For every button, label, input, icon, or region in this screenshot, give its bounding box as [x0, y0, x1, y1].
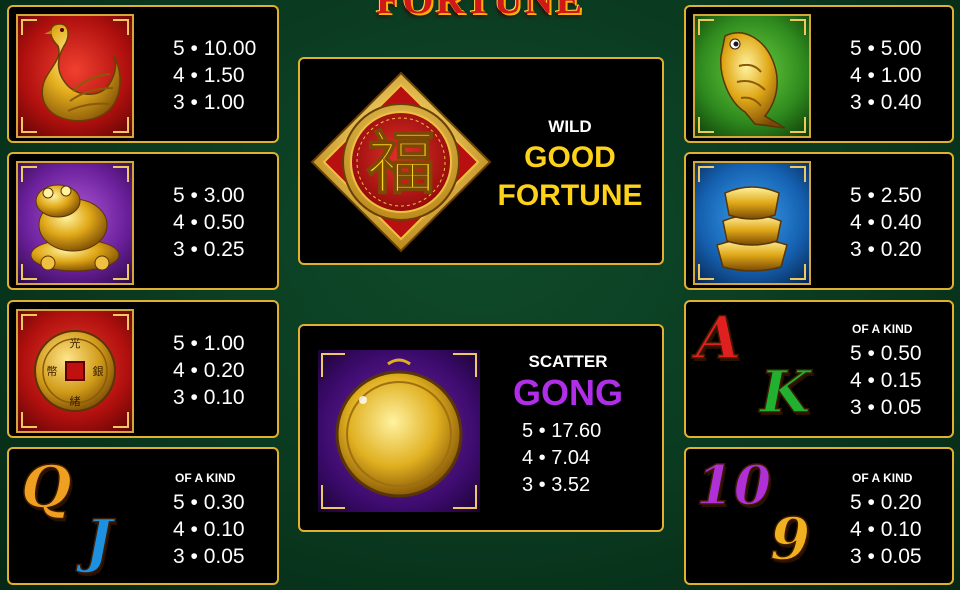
ingot-symbol	[693, 161, 811, 285]
svg-text:幣: 幣	[47, 365, 58, 378]
pay-values: 5 • 2.50 4 • 0.40 3 • 0.20	[850, 182, 922, 263]
pay-4-of-a-kind: 4 • 0.10	[850, 518, 922, 541]
paytable-card-q-j: Q J OF A KIND 5 • 0.30 4 • 0.10 3 • 0.05	[7, 447, 279, 585]
pay-5-of-a-kind: 5 • 0.50	[850, 342, 922, 365]
pay-3-of-a-kind: 3 • 0.05	[173, 545, 245, 568]
pay-3-of-a-kind: 3 • 1.00	[173, 91, 245, 114]
letter-j-icon: J	[84, 506, 113, 576]
paytable-card-ingot: 5 • 2.50 4 • 0.40 3 • 0.20	[684, 152, 954, 290]
svg-text:光: 光	[70, 336, 81, 350]
pay-4-of-a-kind: 4 • 0.15	[850, 369, 922, 392]
pay-5-of-a-kind: 5 • 0.20	[850, 491, 922, 514]
pay-values: 5 • 1.00 4 • 0.20 3 • 0.10	[173, 330, 245, 411]
phoenix-symbol	[16, 14, 134, 138]
of-a-kind-label: OF A KIND	[852, 322, 913, 336]
pay-3-of-a-kind: 3 • 0.40	[850, 91, 922, 114]
of-a-kind-label: OF A KIND	[175, 471, 236, 485]
scatter-label: SCATTER	[528, 352, 608, 371]
paytable-card-phoenix: 5 • 10.00 4 • 1.50 3 • 1.00	[7, 5, 279, 143]
paytable-card-a-k: A K OF A KIND 5 • 0.50 4 • 0.15 3 • 0.05	[684, 300, 954, 438]
pay-values: 5 • 0.20 4 • 0.10 3 • 0.05	[850, 489, 922, 570]
pay-4-of-a-kind: 4 • 0.20	[173, 359, 245, 382]
wild-name-line2: FORTUNE	[497, 179, 643, 212]
pay-4-of-a-kind: 4 • 1.50	[173, 64, 245, 87]
paytable-card-10-9: 10 9 OF A KIND 5 • 0.20 4 • 0.10 3 • 0.0…	[684, 447, 954, 585]
toad-symbol	[16, 161, 134, 285]
pay-3-of-a-kind: 3 • 0.10	[173, 386, 245, 409]
good-fortune-wild-icon: 福	[310, 71, 492, 253]
pay-3-of-a-kind: 3 • 0.05	[850, 545, 922, 568]
letter-q-icon: Q	[20, 452, 72, 522]
wild-label: WILD	[548, 117, 592, 136]
wild-name-line1: GOOD	[524, 141, 616, 174]
pay-4-of-a-kind: 4 • 7.04	[522, 447, 591, 469]
pay-5-of-a-kind: 5 • 10.00	[173, 37, 257, 60]
wild-feature-card: 福 WILD GOOD FORTUNE	[298, 57, 664, 265]
letter-k-icon: K	[759, 357, 811, 427]
pay-3-of-a-kind: 3 • 0.05	[850, 396, 922, 419]
number-9-icon: 9	[769, 504, 811, 574]
of-a-kind-label: OF A KIND	[852, 471, 913, 485]
pay-values: 5 • 3.00 4 • 0.50 3 • 0.25	[173, 182, 245, 263]
pay-4-of-a-kind: 4 • 0.10	[173, 518, 245, 541]
pay-5-of-a-kind: 5 • 2.50	[850, 184, 922, 207]
koi-symbol	[693, 14, 811, 138]
pay-4-of-a-kind: 4 • 1.00	[850, 64, 922, 87]
scatter-feature-card: SCATTER GONG 5 • 17.60 4 • 7.04 3 • 3.52	[298, 324, 664, 532]
pay-values: 5 • 0.50 4 • 0.15 3 • 0.05	[850, 340, 922, 421]
paytable-card-coin: 光 緒 幣 銀 5 • 1.00 4 • 0.20 3 • 0.10	[7, 300, 279, 438]
paytable-card-koi: 5 • 5.00 4 • 1.00 3 • 0.40	[684, 5, 954, 143]
fu-character: 福	[366, 125, 435, 204]
pay-5-of-a-kind: 5 • 17.60	[522, 420, 602, 442]
coin-symbol: 光 緒 幣 銀	[16, 309, 134, 433]
gong-symbol	[318, 350, 480, 512]
letter-a-icon: A	[695, 303, 742, 373]
pay-3-of-a-kind: 3 • 0.20	[850, 238, 922, 261]
pay-4-of-a-kind: 4 • 0.50	[173, 211, 245, 234]
svg-text:銀: 銀	[93, 364, 104, 378]
pay-values: 5 • 17.60 4 • 7.04 3 • 3.52	[522, 418, 601, 499]
number-10-icon: 10	[695, 452, 772, 518]
pay-5-of-a-kind: 5 • 1.00	[173, 332, 245, 355]
game-title: FORTUNE	[330, 0, 630, 20]
pay-3-of-a-kind: 3 • 3.52	[522, 474, 591, 496]
pay-values: 5 • 10.00 4 • 1.50 3 • 1.00	[173, 35, 256, 116]
pay-4-of-a-kind: 4 • 0.40	[850, 211, 922, 234]
pay-5-of-a-kind: 5 • 3.00	[173, 184, 245, 207]
pay-values: 5 • 5.00 4 • 1.00 3 • 0.40	[850, 35, 922, 116]
scatter-name: GONG	[512, 372, 623, 413]
svg-text:緒: 緒	[70, 394, 81, 408]
pay-3-of-a-kind: 3 • 0.25	[173, 238, 245, 261]
pay-5-of-a-kind: 5 • 5.00	[850, 37, 922, 60]
pay-5-of-a-kind: 5 • 0.30	[173, 491, 245, 514]
pay-values: 5 • 0.30 4 • 0.10 3 • 0.05	[173, 489, 245, 570]
paytable-card-toad: 5 • 3.00 4 • 0.50 3 • 0.25	[7, 152, 279, 290]
